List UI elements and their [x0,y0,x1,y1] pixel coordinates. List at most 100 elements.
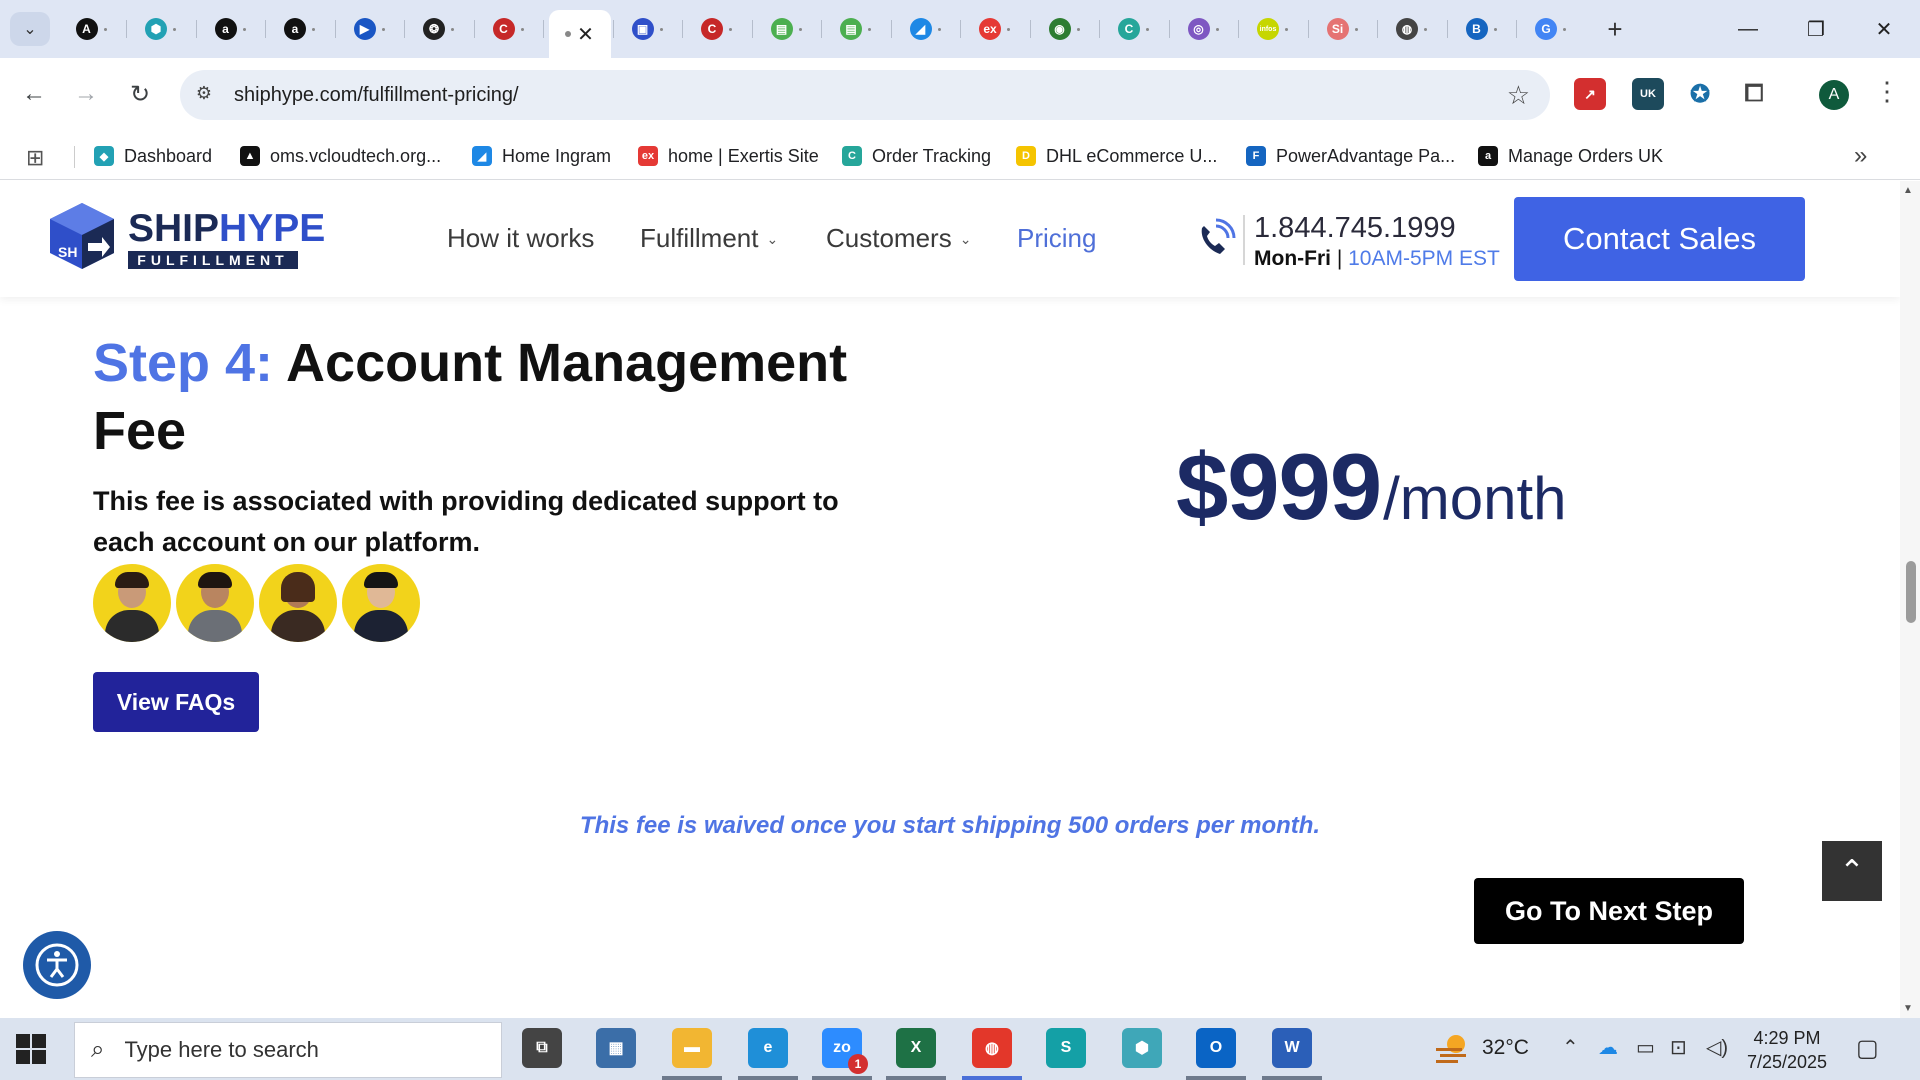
zoom-icon[interactable]: zo 1 [822,1028,868,1074]
browser-tab[interactable]: C [1105,12,1163,46]
browser-tab[interactable]: Si [1313,12,1371,46]
back-button[interactable]: ← [14,74,54,114]
clock[interactable]: 4:29 PM 7/25/2025 [1744,1026,1830,1074]
browser-tab[interactable]: ◢ [896,12,954,46]
browser-tab[interactable]: A [62,12,120,46]
browser-tab[interactable]: a [271,12,329,46]
taskbar-search[interactable]: ⌕ Type here to search [74,1022,502,1078]
volume-icon[interactable]: ◁) [1706,1035,1728,1060]
nav-how-it-works[interactable]: How it works [447,223,594,254]
minimize-button[interactable]: — [1718,10,1778,48]
bookmark-item[interactable]: a Manage Orders UK [1478,142,1663,170]
browser-tab[interactable]: ◎ [1174,12,1232,46]
shiphype-logo[interactable]: SH SHIPHYPE FULFILLMENT [48,201,325,277]
network-icon[interactable]: ⊡ [1670,1035,1687,1060]
restore-button[interactable]: ❐ [1786,10,1846,48]
scroll-down-icon[interactable]: ▼ [1903,1003,1913,1014]
weather-icon[interactable] [1434,1032,1470,1064]
task-view-icon[interactable]: ⧉ [522,1028,562,1068]
apps-grid-icon[interactable]: ⊞ [26,145,44,171]
new-tab-button[interactable]: + [1598,12,1632,46]
word-icon[interactable]: W [1272,1028,1312,1068]
tab-title-fade [798,27,802,31]
chevron-down-icon: ⌄ [766,231,779,247]
nav-customers[interactable]: Customers ⌄ [826,223,971,254]
bookmark-star-icon[interactable]: ☆ [1507,80,1530,111]
address-bar[interactable]: ⚙ shiphype.com/fulfillment-pricing/ ☆ [180,70,1550,120]
close-window-button[interactable]: ✕ [1854,10,1914,48]
browser-tab[interactable]: ex [966,12,1024,46]
browser-tab[interactable]: ◍ [1383,12,1441,46]
hex-app-icon[interactable]: ⬢ [1122,1028,1162,1068]
browser-tab[interactable]: B [1452,12,1510,46]
bookmark-item[interactable]: ▲ oms.vcloudtech.org... [240,142,441,170]
browser-tab[interactable]: ◉ [1035,12,1093,46]
browser-tab[interactable]: infos [1244,12,1302,46]
windows-start-icon[interactable] [14,1032,48,1066]
reload-button[interactable]: ↻ [120,74,160,114]
browser-tab[interactable]: G [1522,12,1580,46]
site-info-icon[interactable]: ⚙ [192,83,216,107]
bookmark-item[interactable]: F PowerAdvantage Pa... [1246,142,1455,170]
battery-icon[interactable]: ▭ [1636,1035,1655,1060]
leaf-icon: ◉ [1048,18,1071,40]
browser-tab[interactable]: C [688,12,746,46]
bookmark-item[interactable]: ◢ Home Ingram [472,142,611,170]
scroll-to-top-button[interactable]: ⌃ [1822,841,1882,901]
bookmark-item[interactable]: ◆ Dashboard [94,142,212,170]
tab-separator [1446,20,1448,38]
team-avatar [259,564,337,642]
url-text[interactable]: shiphype.com/fulfillment-pricing/ [234,84,519,107]
page-scrollbar[interactable]: ▲ ▼ [1900,181,1920,1018]
browser-tab[interactable]: ❂ [410,12,468,46]
contact-sales-button[interactable]: Contact Sales [1514,197,1805,281]
browser-tab[interactable]: ▤ [827,12,885,46]
accessibility-button[interactable] [23,931,91,999]
scrollbar-thumb[interactable] [1906,561,1916,623]
more-bookmarks-icon[interactable]: » [1854,142,1867,170]
profile-avatar[interactable]: A [1819,80,1849,110]
nav-fulfillment[interactable]: Fulfillment ⌄ [640,223,778,254]
close-tab-icon[interactable]: ✕ [577,22,594,47]
file-explorer-icon[interactable]: ▬ [672,1028,712,1068]
bookmark-item[interactable]: D DHL eCommerce U... [1016,142,1217,170]
hours-separator: | [1330,247,1349,270]
weather-temperature[interactable]: 32°C [1482,1036,1529,1060]
pdf-extension-icon[interactable]: ↗ [1574,78,1606,110]
browser-tab[interactable]: C [479,12,537,46]
browser-tab[interactable]: ✕ [548,10,611,58]
bookmark-item[interactable]: ex home | Exertis Site [638,142,819,170]
phone-number[interactable]: 1.844.745.1999 [1254,212,1456,245]
chrome-icon[interactable]: ◍ [972,1028,1012,1068]
excel-icon[interactable]: X [896,1028,936,1068]
bookmark-item[interactable]: C Order Tracking [842,142,991,170]
nav-pricing[interactable]: Pricing [1017,223,1096,254]
view-faqs-button[interactable]: View FAQs [93,672,259,732]
edge-icon[interactable]: e [748,1028,788,1068]
scroll-up-icon[interactable]: ▲ [1903,185,1913,196]
logo-subtitle: FULFILLMENT [128,251,298,269]
tab-separator [612,20,614,38]
browser-tab[interactable]: ⬢ [132,12,190,46]
bookmark-label: Order Tracking [872,145,992,166]
notifications-icon[interactable]: ▢ [1856,1034,1879,1063]
outlook-icon[interactable]: O [1196,1028,1236,1068]
browser-tab[interactable]: ▤ [757,12,815,46]
uk-extension-icon[interactable]: UK [1632,78,1664,110]
browser-tab[interactable]: ▣ [618,12,676,46]
target-extension-icon[interactable]: ✪ [1684,78,1716,110]
search-icon: ⌕ [91,1036,105,1063]
show-hidden-icons-icon[interactable]: ⌃ [1562,1035,1579,1060]
s-app-icon[interactable]: S [1046,1028,1086,1068]
forward-button[interactable]: → [66,74,106,114]
extensions-puzzle-icon[interactable]: ⧠ [1738,78,1770,110]
clock-date: 7/25/2025 [1746,1052,1828,1072]
calculator-icon[interactable]: ▦ [596,1028,636,1068]
tab-search-button[interactable]: ⌄ [10,12,50,46]
browser-tab[interactable]: a [201,12,259,46]
onedrive-icon[interactable]: ☁ [1598,1035,1618,1060]
ingram-icon: ◢ [909,18,932,40]
browser-menu-icon[interactable]: ⋮ [1874,76,1900,107]
browser-tab[interactable]: ▶ [340,12,398,46]
go-to-next-step-button[interactable]: Go To Next Step [1474,878,1744,944]
